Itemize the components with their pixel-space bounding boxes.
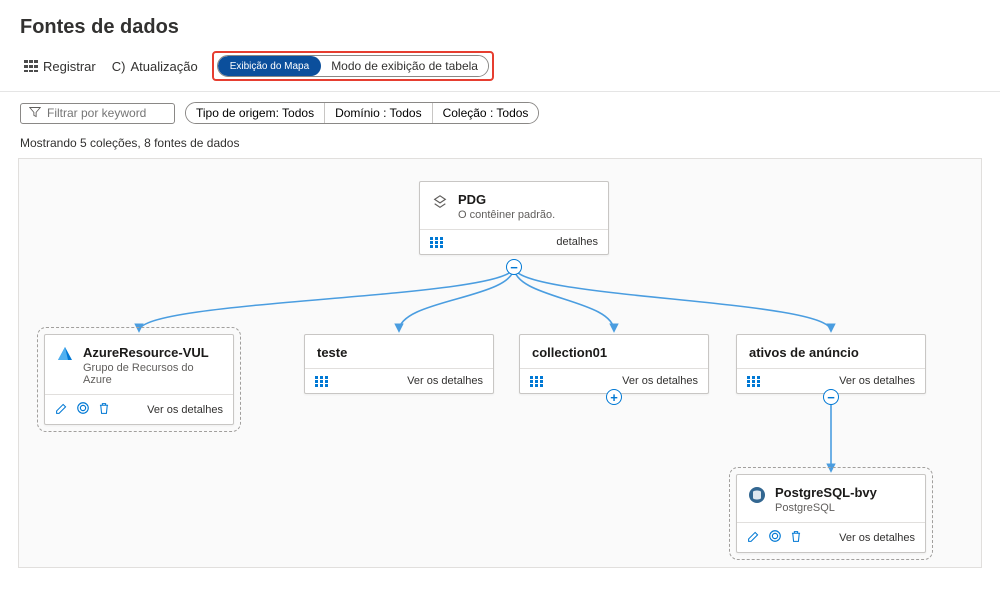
node-title: ativos de anúncio: [749, 345, 859, 360]
grid-icon: [24, 60, 38, 72]
scan-icon[interactable]: [76, 401, 90, 418]
grid-icon[interactable]: [315, 376, 328, 387]
node-postgres[interactable]: PostgreSQL-bvy PostgreSQL Ver os detalhe…: [736, 474, 926, 553]
node-collection01[interactable]: collection01 Ver os detalhes: [519, 334, 709, 394]
collapse-badge[interactable]: −: [506, 259, 522, 275]
node-subtitle: O contêiner padrão.: [458, 209, 555, 221]
node-title: AzureResource-VUL: [83, 345, 223, 360]
register-label: Registrar: [43, 59, 96, 74]
delete-icon[interactable]: [790, 530, 802, 546]
view-map-button[interactable]: Exibição do Mapa: [218, 56, 322, 76]
filter-row: Tipo de origem: Todos Domínio : Todos Co…: [0, 92, 1000, 130]
grid-icon[interactable]: [430, 237, 443, 248]
azure-icon: [55, 345, 75, 365]
view-table-button[interactable]: Modo de exibição de tabela: [321, 56, 488, 76]
filter-icon: [29, 106, 41, 121]
map-canvas[interactable]: PDG O contêiner padrão. detalhes − Azure…: [18, 158, 982, 568]
details-link[interactable]: Ver os detalhes: [622, 375, 698, 387]
node-azure-resource[interactable]: AzureResource-VUL Grupo de Recursos do A…: [44, 334, 234, 425]
filter-collection[interactable]: Coleção : Todos: [433, 103, 539, 123]
view-toggle-highlight: Exibição do Mapa Modo de exibição de tab…: [212, 51, 494, 81]
grid-icon[interactable]: [747, 376, 760, 387]
expand-badge[interactable]: +: [606, 389, 622, 405]
node-subtitle: PostgreSQL: [775, 502, 877, 514]
refresh-label: Atualização: [130, 59, 197, 74]
node-subtitle: Grupo de Recursos do Azure: [83, 362, 223, 386]
node-title: teste: [317, 345, 347, 360]
container-icon: [430, 192, 450, 212]
view-toggle: Exibição do Mapa Modo de exibição de tab…: [217, 55, 489, 77]
node-title: PDG: [458, 192, 555, 207]
filter-source-type[interactable]: Tipo de origem: Todos: [186, 103, 325, 123]
grid-icon[interactable]: [530, 376, 543, 387]
page-title: Fontes de dados: [0, 0, 1000, 51]
filter-pills: Tipo de origem: Todos Domínio : Todos Co…: [185, 102, 539, 124]
keyword-filter[interactable]: [20, 103, 175, 124]
delete-icon[interactable]: [98, 402, 110, 418]
postgres-icon: [747, 485, 767, 505]
node-title: collection01: [532, 345, 607, 360]
node-pdg[interactable]: PDG O contêiner padrão. detalhes: [419, 181, 609, 255]
filter-domain[interactable]: Domínio : Todos: [325, 103, 433, 123]
refresh-prefix: C): [112, 59, 126, 74]
details-link[interactable]: Ver os detalhes: [839, 532, 915, 544]
node-title: PostgreSQL-bvy: [775, 485, 877, 500]
register-button[interactable]: Registrar: [20, 57, 100, 76]
keyword-input[interactable]: [47, 106, 166, 120]
details-link[interactable]: Ver os detalhes: [839, 375, 915, 387]
edit-icon[interactable]: [747, 530, 760, 546]
edit-icon[interactable]: [55, 402, 68, 418]
scan-icon[interactable]: [768, 529, 782, 546]
refresh-button[interactable]: C) Atualização: [108, 57, 202, 76]
collapse-badge[interactable]: −: [823, 389, 839, 405]
result-summary: Mostrando 5 coleções, 8 fontes de dados: [0, 130, 1000, 158]
node-teste[interactable]: teste Ver os detalhes: [304, 334, 494, 394]
toolbar: Registrar C) Atualização Exibição do Map…: [0, 51, 1000, 92]
details-link[interactable]: Ver os detalhes: [407, 375, 483, 387]
details-link[interactable]: detalhes: [556, 236, 598, 248]
details-link[interactable]: Ver os detalhes: [147, 404, 223, 416]
node-ativos[interactable]: ativos de anúncio Ver os detalhes: [736, 334, 926, 394]
